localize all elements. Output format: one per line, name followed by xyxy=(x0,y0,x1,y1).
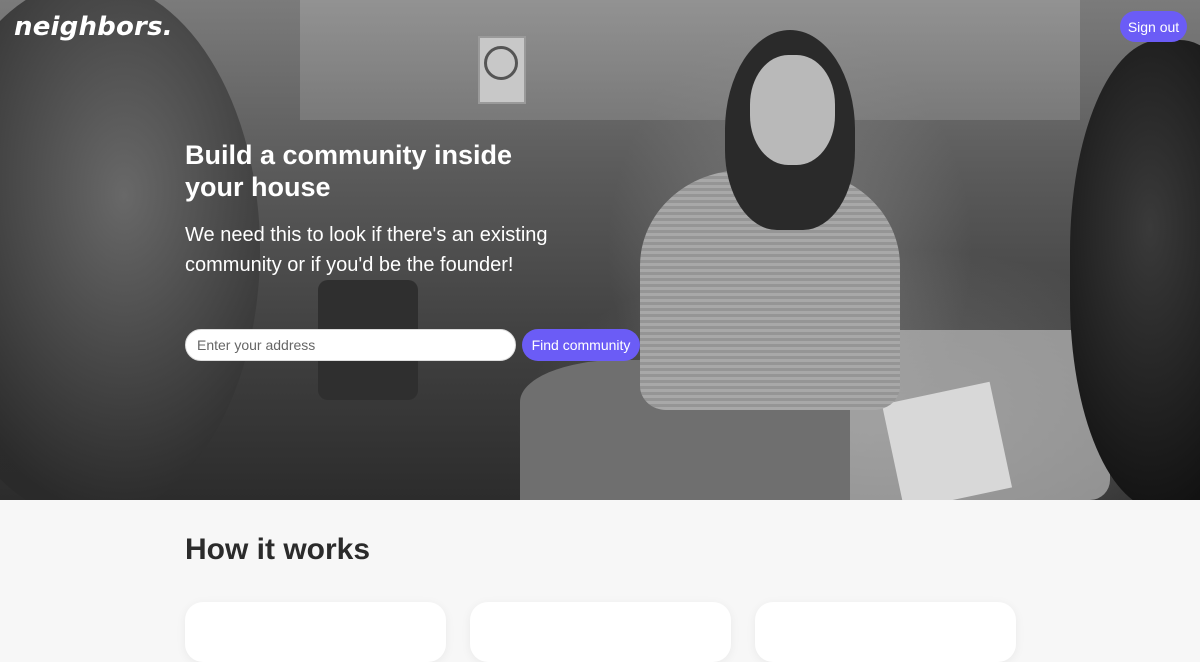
how-it-works-card-1 xyxy=(185,602,446,662)
how-it-works-title: How it works xyxy=(185,533,371,566)
how-it-works-card-3 xyxy=(755,602,1016,662)
hero-section: neighbors. Sign out Build a community in… xyxy=(0,0,1200,500)
logo[interactable]: neighbors. xyxy=(14,12,173,42)
hero-photo-sign-icon xyxy=(484,46,518,80)
hero-photo-paper xyxy=(881,381,1013,500)
hero-photo-person-face xyxy=(750,55,835,165)
hero-photo-blur-right xyxy=(1070,40,1200,500)
hero-subline: We need this to look if there's an exist… xyxy=(185,224,548,276)
how-it-works-card-2 xyxy=(470,602,731,662)
address-input[interactable] xyxy=(185,329,516,361)
find-community-button[interactable]: Find community xyxy=(522,329,640,361)
sign-out-button[interactable]: Sign out xyxy=(1120,11,1187,42)
hero-headline: Build a community inside your house xyxy=(185,140,513,202)
hero-photo-window xyxy=(300,0,1080,120)
